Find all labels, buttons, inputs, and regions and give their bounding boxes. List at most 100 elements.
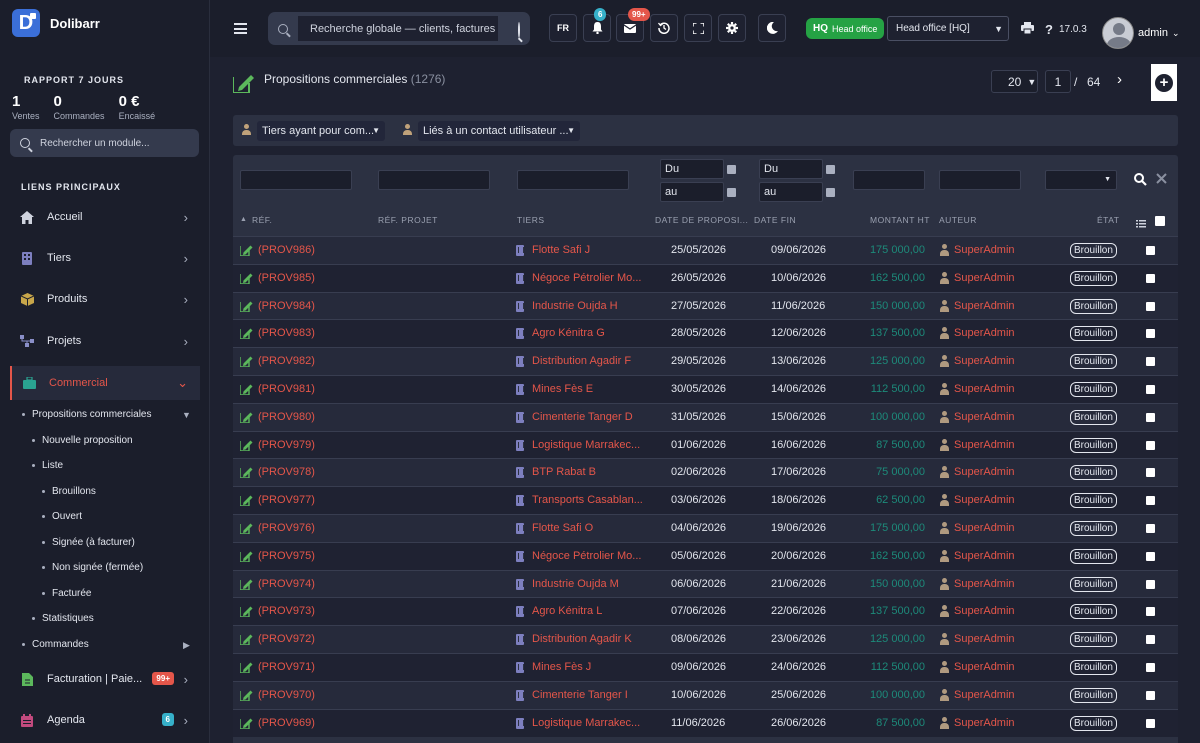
contact-filter-select[interactable]: Liés à un contact utilisateur ... ▼ [418, 121, 580, 141]
author-link[interactable]: SuperAdmin [954, 300, 1015, 312]
col-amount[interactable]: MONTANT HT [870, 215, 930, 225]
status-filter-select[interactable]: ▼ [1045, 170, 1117, 190]
global-search-input[interactable] [298, 16, 498, 41]
sort-asc-icon[interactable]: ▲ [240, 216, 247, 223]
tiers-link[interactable]: Agro Kénitra G [532, 327, 644, 339]
row-checkbox[interactable] [1146, 579, 1155, 589]
user-menu[interactable]: admin ⌄ [1102, 17, 1180, 49]
dark-mode-button[interactable] [758, 14, 786, 42]
col-date[interactable]: DATE DE PROPOSI... [655, 215, 748, 225]
author-link[interactable]: SuperAdmin [954, 439, 1015, 451]
sidebar-item-commercial[interactable]: Commercial ⌄ [10, 366, 200, 400]
calendar-icon[interactable] [826, 188, 835, 197]
row-checkbox[interactable] [1146, 551, 1155, 561]
proposal-ref-link[interactable]: (PROV972) [258, 633, 315, 645]
row-checkbox[interactable] [1146, 718, 1155, 728]
search-submit-icon[interactable] [518, 22, 520, 38]
table-row[interactable]: (PROV986) Flotte Safi J 25/05/2026 09/06/20… [233, 236, 1178, 264]
brand[interactable]: D Dolibarr [12, 9, 100, 37]
col-end-date[interactable]: DATE FIN [754, 215, 796, 225]
table-row[interactable]: (PROV969) Logistique Marrakec... 11/06/202… [233, 708, 1178, 737]
row-checkbox[interactable] [1146, 635, 1155, 645]
tiers-link[interactable]: Cimenterie Tanger I [532, 689, 644, 701]
table-row[interactable]: (PROV973) Agro Kénitra L 07/06/2026 22/06/2… [233, 597, 1178, 626]
col-project-ref[interactable]: RÉF. PROJET [378, 215, 438, 225]
table-row[interactable]: (PROV977) Transports Casablan... 03/06/202… [233, 486, 1178, 515]
row-checkbox[interactable] [1146, 440, 1155, 450]
project-ref-filter-input[interactable] [378, 170, 490, 190]
proposal-ref-link[interactable]: (PROV977) [258, 494, 315, 506]
proposal-ref-link[interactable]: (PROV974) [258, 578, 315, 590]
date-from-input[interactable]: Du [660, 159, 724, 179]
subnav-liste[interactable]: Liste [32, 460, 63, 471]
proposal-ref-link[interactable]: (PROV975) [258, 550, 315, 562]
row-checkbox[interactable] [1146, 690, 1155, 700]
calendar-icon[interactable] [826, 165, 835, 174]
row-checkbox[interactable] [1146, 468, 1155, 478]
select-all-checkbox[interactable] [1155, 216, 1165, 226]
printer-icon[interactable] [1021, 22, 1034, 37]
caret-right-icon[interactable]: ▶ [183, 640, 190, 651]
language-button[interactable]: FR [549, 14, 577, 42]
proposal-ref-link[interactable]: (PROV969) [258, 717, 315, 729]
table-row[interactable]: (PROV979) Logistique Marrakec... 01/06/202… [233, 430, 1178, 459]
author-link[interactable]: SuperAdmin [954, 411, 1015, 423]
table-row[interactable]: (PROV975) Négoce Pétrolier Mo... 05/06/202… [233, 541, 1178, 570]
sidebar-item-accueil[interactable]: Accueil › [10, 200, 200, 234]
subnav-signee[interactable]: Signée (à facturer) [42, 537, 135, 548]
per-page-select[interactable]: 20 ▼ [991, 70, 1038, 93]
row-checkbox[interactable] [1146, 385, 1155, 394]
table-row[interactable]: (PROV971) Mines Fès J 09/06/2026 24/06/2026… [233, 653, 1178, 681]
tiers-link[interactable]: Flotte Safi J [532, 244, 644, 256]
subnav-commandes[interactable]: Commandes [22, 639, 89, 650]
author-link[interactable]: SuperAdmin [954, 578, 1015, 590]
subnav-facturee[interactable]: Facturée [42, 588, 91, 599]
subnav-ouvert[interactable]: Ouvert [42, 511, 82, 522]
table-row[interactable]: (PROV970) Cimenterie Tanger I 10/06/2026 25… [233, 680, 1178, 709]
proposal-ref-link[interactable]: (PROV984) [258, 300, 315, 312]
subnav-nouvelle-proposition[interactable]: Nouvelle proposition [32, 435, 133, 446]
sidebar-item-produits[interactable]: Produits › [10, 282, 200, 316]
table-row[interactable]: (PROV984) Industrie Oujda H 27/05/2026 11/0… [233, 291, 1178, 320]
next-page-icon[interactable]: › [1117, 71, 1122, 88]
table-row[interactable]: (PROV980) Cimenterie Tanger D 31/05/2026 15… [233, 402, 1178, 431]
tiers-filter-select[interactable]: Tiers ayant pour com... ▼ [257, 121, 385, 141]
author-filter-input[interactable] [939, 170, 1021, 190]
tiers-link[interactable]: Flotte Safi O [532, 522, 644, 534]
row-checkbox[interactable] [1146, 357, 1155, 367]
row-checkbox[interactable] [1146, 524, 1155, 533]
proposal-ref-link[interactable]: (PROV971) [258, 661, 315, 673]
tiers-link[interactable]: Logistique Marrakec... [532, 717, 644, 729]
caret-down-icon[interactable]: ▼ [182, 410, 191, 420]
proposal-ref-link[interactable]: (PROV973) [258, 605, 315, 617]
row-checkbox[interactable] [1146, 412, 1155, 422]
entity-select[interactable]: Head office [HQ] ▼ [887, 16, 1009, 41]
proposal-ref-link[interactable]: (PROV981) [258, 383, 315, 395]
table-row[interactable]: (PROV983) Agro Kénitra G 28/05/2026 12/06/2… [233, 319, 1178, 348]
table-row[interactable]: (PROV974) Industrie Oujda M 06/06/2026 21/0… [233, 569, 1178, 598]
tiers-link[interactable]: Industrie Oujda H [532, 300, 644, 312]
author-link[interactable]: SuperAdmin [954, 327, 1015, 339]
author-link[interactable]: SuperAdmin [954, 550, 1015, 562]
author-link[interactable]: SuperAdmin [954, 689, 1015, 701]
end-date-to-input[interactable]: au [759, 182, 823, 202]
proposal-ref-link[interactable]: (PROV985) [258, 272, 315, 284]
amount-filter-input[interactable] [853, 170, 925, 190]
sidebar-item-agenda[interactable]: Agenda 6 › [10, 703, 200, 737]
col-author[interactable]: AUTEUR [939, 215, 977, 225]
table-row[interactable]: (PROV985) Négoce Pétrolier Mo... 26/05/202… [233, 263, 1178, 292]
proposal-ref-link[interactable]: (PROV979) [258, 439, 315, 451]
settings-button[interactable] [718, 14, 746, 42]
subnav-statistiques[interactable]: Statistiques [32, 613, 94, 624]
ref-filter-input[interactable] [240, 170, 352, 190]
table-row[interactable]: (PROV981) Mines Fès E 30/05/2026 14/06/2026… [233, 375, 1178, 403]
proposal-ref-link[interactable]: (PROV983) [258, 327, 315, 339]
tiers-link[interactable]: Agro Kénitra L [532, 605, 644, 617]
end-date-from-input[interactable]: Du [759, 159, 823, 179]
tiers-link[interactable]: Industrie Oujda M [532, 578, 644, 590]
sidebar-item-facturation[interactable]: Facturation | Paie... 99+ › [10, 662, 200, 696]
tiers-link[interactable]: Transports Casablan... [532, 494, 644, 506]
calendar-icon[interactable] [727, 165, 736, 174]
subnav-brouillons[interactable]: Brouillons [42, 486, 96, 497]
proposal-ref-link[interactable]: (PROV970) [258, 689, 315, 701]
